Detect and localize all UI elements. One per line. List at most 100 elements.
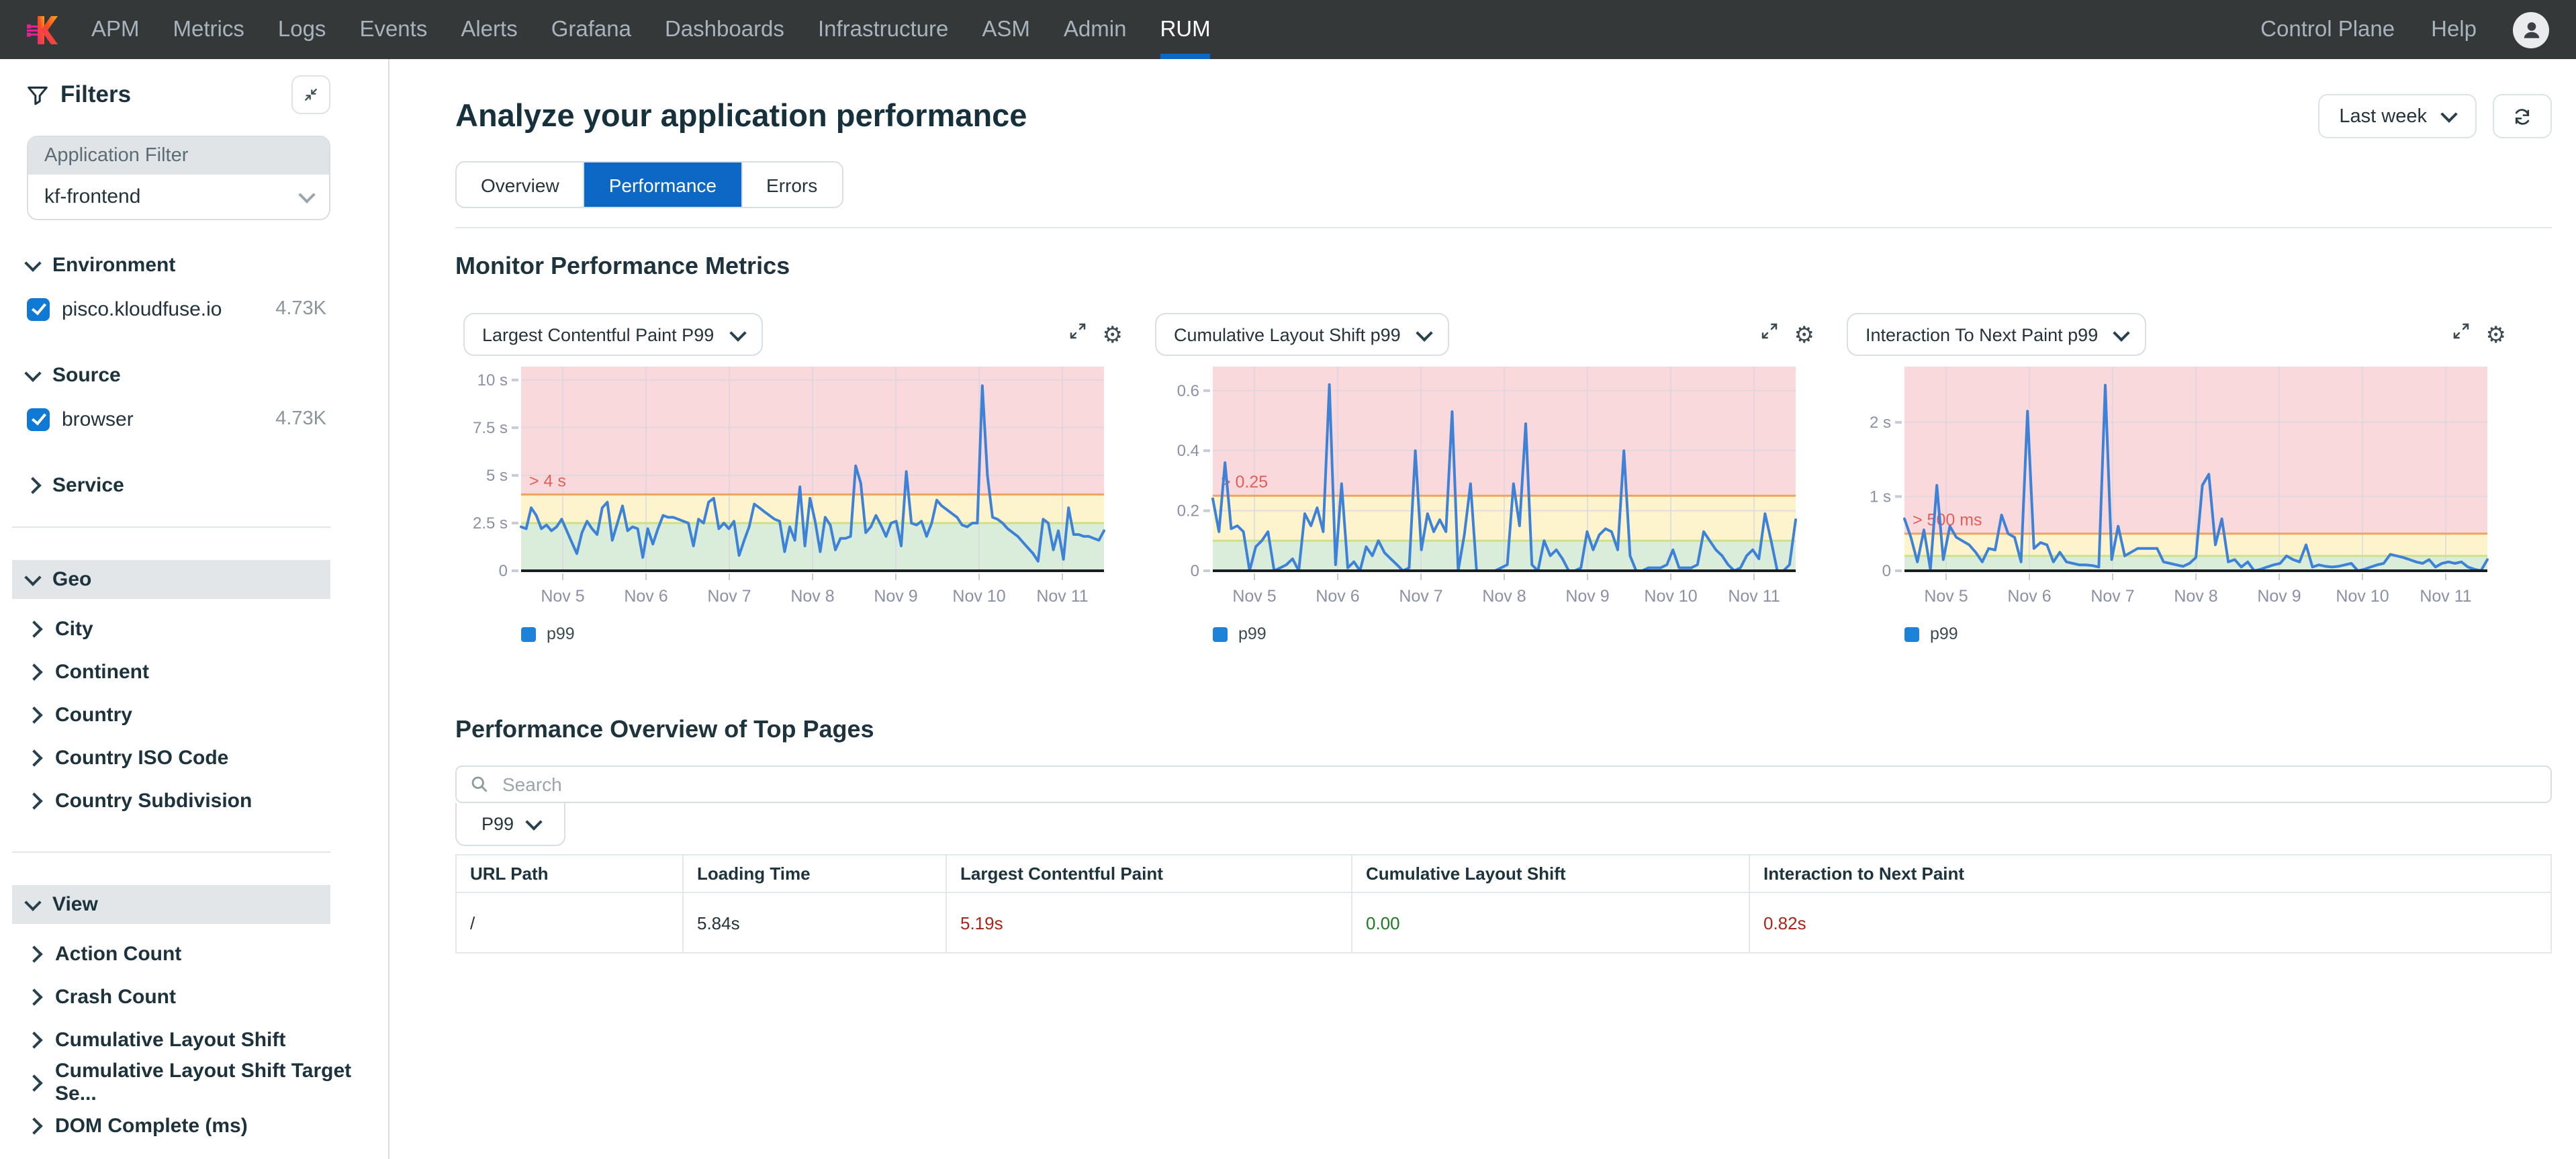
legend-swatch[interactable] bbox=[1904, 627, 1919, 641]
svg-text:Nov 5: Nov 5 bbox=[541, 587, 584, 606]
chart-plot-cumulative-layout-shift-p99: Nov 5Nov 6Nov 7Nov 8Nov 9Nov 10Nov 1100.… bbox=[1147, 359, 1814, 616]
legend-swatch[interactable] bbox=[521, 627, 536, 641]
sidebar-item-crash-count[interactable]: Crash Count bbox=[28, 975, 388, 1018]
svg-text:Nov 7: Nov 7 bbox=[707, 587, 751, 606]
refresh-button[interactable] bbox=[2493, 94, 2552, 138]
nav-item-rum[interactable]: RUM bbox=[1160, 0, 1210, 59]
sidebar-item-dom-complete-ms[interactable]: DOM Complete (ms) bbox=[28, 1104, 388, 1147]
sidebar-item-city[interactable]: City bbox=[28, 607, 388, 650]
gear-icon[interactable]: ⚙ bbox=[2486, 323, 2507, 346]
nav-item-events[interactable]: Events bbox=[359, 0, 427, 59]
column-header-cumulative-layout-shift[interactable]: Cumulative Layout Shift bbox=[1352, 855, 1749, 892]
application-filter-select[interactable]: Application Filter kf-frontend bbox=[27, 136, 330, 220]
kloudfuse-logo-icon[interactable] bbox=[27, 11, 59, 48]
chevron-right-icon bbox=[26, 749, 42, 766]
chevron-down-icon bbox=[24, 569, 41, 586]
nav-item-admin[interactable]: Admin bbox=[1064, 0, 1127, 59]
chevron-down-icon bbox=[24, 894, 41, 911]
sidebar-item-country-subdivision[interactable]: Country Subdivision bbox=[28, 779, 388, 822]
svg-text:0: 0 bbox=[1191, 562, 1199, 580]
sidebar-item-action-count[interactable]: Action Count bbox=[28, 932, 388, 975]
chart-actions: ⚙ bbox=[2451, 321, 2507, 348]
svg-text:Nov 10: Nov 10 bbox=[2336, 587, 2389, 606]
expand-icon[interactable] bbox=[1759, 321, 1780, 348]
gear-icon[interactable]: ⚙ bbox=[1103, 323, 1123, 346]
sidebar-section-source[interactable]: Source bbox=[0, 364, 388, 387]
filters-title: Filters bbox=[27, 81, 131, 109]
collapse-filters-button[interactable] bbox=[291, 75, 330, 114]
svg-text:Nov 11: Nov 11 bbox=[1036, 587, 1088, 606]
sidebar-item-country[interactable]: Country bbox=[28, 693, 388, 736]
time-range-select[interactable]: Last week bbox=[2317, 94, 2477, 138]
sidebar-section-service[interactable]: Service bbox=[0, 474, 388, 497]
sidebar-section-view[interactable]: View bbox=[12, 885, 330, 924]
checkbox-checked-icon[interactable] bbox=[27, 408, 50, 430]
sidebar-section-geo[interactable]: Geo bbox=[12, 560, 330, 599]
search-icon bbox=[470, 775, 489, 794]
metric-selector-cumulative-layout-shift-p99[interactable]: Cumulative Layout Shift p99 bbox=[1155, 313, 1449, 356]
filter-item-browser[interactable]: browser4.73K bbox=[27, 398, 326, 441]
filter-item-pisco-kloudfuse-io[interactable]: pisco.kloudfuse.io4.73K bbox=[27, 287, 326, 330]
column-header-url-path[interactable]: URL Path bbox=[456, 855, 683, 892]
filter-item-label: pisco.kloudfuse.io bbox=[62, 297, 222, 320]
legend-swatch[interactable] bbox=[1213, 627, 1228, 641]
metric-selector-interaction-to-next-paint-p99[interactable]: Interaction To Next Paint p99 bbox=[1847, 313, 2146, 356]
sidebar-item-country-iso-code[interactable]: Country ISO Code bbox=[28, 736, 388, 779]
expand-icon[interactable] bbox=[2451, 321, 2471, 348]
nav-item-grafana[interactable]: Grafana bbox=[551, 0, 631, 59]
search-bar bbox=[455, 766, 2552, 803]
metrics-section-title: Monitor Performance Metrics bbox=[455, 252, 2552, 281]
expand-icon[interactable] bbox=[1068, 321, 1088, 348]
sidebar-item-cumulative-layout-shift[interactable]: Cumulative Layout Shift bbox=[28, 1018, 388, 1061]
checkbox-checked-icon[interactable] bbox=[27, 297, 50, 320]
gear-icon[interactable]: ⚙ bbox=[1794, 323, 1815, 346]
sidebar-item-label: DOM Complete (ms) bbox=[55, 1114, 248, 1137]
nav-item-control-plane[interactable]: Control Plane bbox=[2260, 0, 2395, 59]
svg-text:Nov 10: Nov 10 bbox=[1644, 587, 1697, 606]
svg-text:0.6: 0.6 bbox=[1177, 382, 1199, 400]
svg-text:Nov 6: Nov 6 bbox=[624, 587, 668, 606]
filters-sidebar: Filters Application Filter kf-frontend E… bbox=[0, 59, 389, 1159]
sidebar-section-environment[interactable]: Environment bbox=[0, 254, 388, 277]
sidebar-item-cumulative-layout-shift-target-se[interactable]: Cumulative Layout Shift Target Se... bbox=[28, 1061, 388, 1104]
column-header-largest-contentful-paint[interactable]: Largest Contentful Paint bbox=[946, 855, 1352, 892]
sidebar-item-label: Crash Count bbox=[55, 985, 176, 1008]
percentile-select[interactable]: P99 bbox=[455, 803, 565, 846]
rum-app: APM Metrics Logs Events Alerts Grafana Dashboa… bbox=[0, 0, 2576, 1159]
nav-item-asm[interactable]: ASM bbox=[982, 0, 1030, 59]
column-header-loading-time[interactable]: Loading Time bbox=[683, 855, 946, 892]
main-content: Analyze your application performance Las… bbox=[389, 59, 2576, 1159]
chevron-right-icon bbox=[26, 988, 42, 1005]
sidebar-item-label: Cumulative Layout Shift Target Se... bbox=[55, 1060, 388, 1105]
legend-label: p99 bbox=[547, 624, 575, 643]
sidebar-section-label: View bbox=[52, 893, 98, 916]
chevron-down-icon bbox=[2440, 105, 2457, 122]
sidebar-item-dom-content-loaded-ms[interactable]: DOM Content Loaded (ms) bbox=[28, 1147, 388, 1159]
tab-performance[interactable]: Performance bbox=[585, 163, 742, 207]
nav-item-alerts[interactable]: Alerts bbox=[461, 0, 517, 59]
nav-item-logs[interactable]: Logs bbox=[278, 0, 326, 59]
nav-item-infrastructure[interactable]: Infrastructure bbox=[818, 0, 948, 59]
chart-legend: p99 bbox=[1839, 624, 2506, 643]
nav-item-dashboards[interactable]: Dashboards bbox=[665, 0, 784, 59]
svg-text:Nov 5: Nov 5 bbox=[1232, 587, 1276, 606]
tab-errors[interactable]: Errors bbox=[742, 163, 841, 207]
url-path-cell[interactable]: / bbox=[456, 892, 683, 953]
metric-selector-largest-contentful-paint-p99[interactable]: Largest Contentful Paint P99 bbox=[463, 313, 762, 356]
filter-item-label: browser bbox=[62, 408, 134, 430]
nav-item-apm[interactable]: APM bbox=[91, 0, 140, 59]
user-avatar[interactable] bbox=[2513, 11, 2549, 48]
nav-item-help[interactable]: Help bbox=[2431, 0, 2477, 59]
search-input[interactable] bbox=[500, 772, 2537, 796]
nav-item-metrics[interactable]: Metrics bbox=[173, 0, 244, 59]
svg-text:2.5 s: 2.5 s bbox=[473, 514, 508, 532]
chart-legend: p99 bbox=[1147, 624, 1814, 643]
sidebar-item-label: Country Subdivision bbox=[55, 789, 252, 812]
svg-text:1 s: 1 s bbox=[1870, 488, 1891, 506]
column-header-interaction-to-next-paint[interactable]: Interaction to Next Paint bbox=[1749, 855, 2551, 892]
sidebar-item-continent[interactable]: Continent bbox=[28, 650, 388, 693]
sidebar-item-label: Action Count bbox=[55, 942, 181, 965]
divider bbox=[12, 526, 330, 528]
chevron-right-icon bbox=[26, 1074, 42, 1091]
tab-overview[interactable]: Overview bbox=[457, 163, 585, 207]
